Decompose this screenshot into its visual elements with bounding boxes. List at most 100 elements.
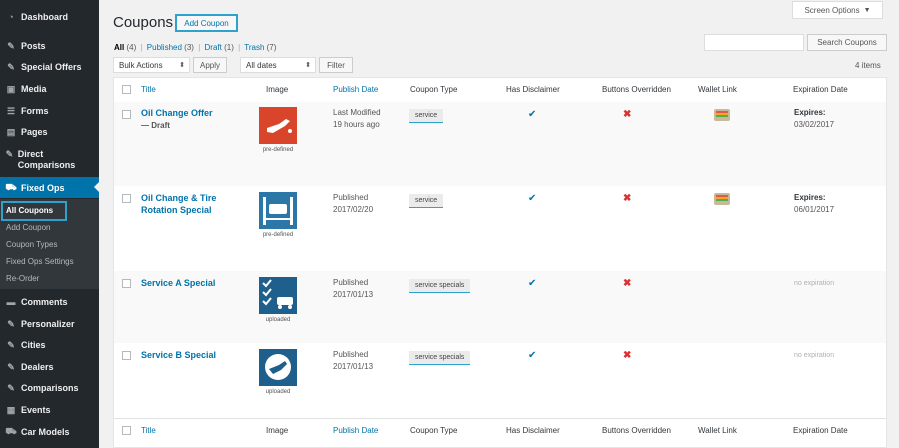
sidebar-item-dashboard[interactable]: ◔ Dashboard — [0, 12, 99, 22]
row-checkbox[interactable] — [122, 351, 131, 360]
filter-trash[interactable]: Trash — [244, 43, 264, 52]
service-checklist-thumbnail — [259, 277, 297, 314]
coupon-type-badge: service specials — [409, 351, 471, 365]
row-checkbox[interactable] — [122, 110, 131, 119]
select-all-checkbox[interactable] — [122, 426, 131, 435]
column-has-disclaimer: Has Disclaimer — [506, 426, 560, 435]
admin-sidebar: ◔ Dashboard ✎ Posts ✎ Special Offers ▣ Media… — [0, 0, 99, 448]
column-publish-date[interactable]: Publish Date — [333, 85, 378, 94]
coupon-title-link[interactable]: Service A Special — [141, 277, 215, 289]
pin-icon: ✎ — [7, 61, 15, 72]
wallet-icon[interactable] — [714, 193, 730, 205]
submenu-re-order[interactable]: Re-Order — [6, 274, 39, 283]
sidebar-item-dealers[interactable]: ✎ Dealers — [0, 362, 99, 373]
sidebar-item-cities[interactable]: ✎ Cities — [0, 340, 99, 351]
column-expiration-date: Expiration Date — [793, 85, 848, 94]
status-filter-links: All (4) | Published (3) | Draft (1) | Tr… — [114, 43, 277, 52]
column-image: Image — [266, 85, 289, 94]
image-source-label: uploaded — [265, 317, 291, 323]
publish-date: Published 2017/01/13 — [333, 350, 374, 371]
expiration-date: Expires: 03/02/2017 — [794, 108, 835, 129]
wallet-icon[interactable] — [714, 109, 730, 121]
filter-button[interactable]: Filter — [319, 57, 353, 73]
sidebar-item-forms[interactable]: ☰ Forms — [0, 105, 99, 117]
sidebar-item-fixed-ops[interactable]: ⛟ Fixed Ops — [0, 177, 99, 198]
column-coupon-type: Coupon Type — [410, 426, 458, 435]
submenu-fixed-ops-settings[interactable]: Fixed Ops Settings — [6, 257, 74, 266]
car-icon: ⛟ — [5, 181, 17, 192]
publish-date: Last Modified 19 hours ago — [333, 108, 381, 129]
table-row: Service B Special uploaded Published 2017… — [114, 343, 886, 418]
expiration-date: Expires: 06/01/2017 — [794, 193, 835, 214]
column-coupon-type: Coupon Type — [410, 85, 458, 94]
submenu-all-coupons[interactable]: All Coupons — [6, 206, 53, 215]
bulk-actions-select[interactable]: Bulk Actions ⬍ — [113, 57, 190, 73]
sidebar-item-comparisons[interactable]: ✎ Comparisons — [0, 382, 99, 394]
column-title[interactable]: Title — [141, 85, 156, 94]
sidebar-item-media[interactable]: ▣ Media — [0, 83, 99, 95]
coupon-title-link[interactable]: Oil Change Offer — Draft — [141, 107, 241, 132]
calendar-icon: ▦ — [6, 404, 16, 415]
cross-icon: ✖ — [623, 109, 632, 120]
table-row: Service A Special uploaded Published 2017… — [114, 271, 886, 343]
check-icon: ✔ — [528, 278, 537, 289]
publish-date: Published 2017/02/20 — [333, 193, 374, 214]
submenu-coupon-types[interactable]: Coupon Types — [6, 240, 57, 249]
sidebar-item-personalizer[interactable]: ✎ Personalizer — [0, 319, 99, 330]
column-wallet-link: Wallet Link — [698, 85, 737, 94]
screen-options-button[interactable]: Screen Options ▼ — [792, 1, 883, 19]
chevron-updown-icon: ⬍ — [305, 62, 311, 69]
table-row: Oil Change & Tire Rotation Special pre-d… — [114, 186, 886, 271]
forms-icon: ☰ — [6, 105, 16, 116]
caret-down-icon: ▼ — [863, 6, 871, 14]
sidebar-item-comments[interactable]: ▬ Comments — [0, 297, 99, 307]
filter-all[interactable]: All — [114, 43, 124, 52]
wrench-hand-thumbnail — [259, 349, 297, 386]
publish-date: Published 2017/01/13 — [333, 278, 374, 299]
coupon-title-link[interactable]: Oil Change & Tire Rotation Special — [141, 192, 241, 216]
draft-status: — Draft — [141, 121, 170, 130]
main-content: Screen Options ▼ Coupons Add Coupon All … — [99, 0, 899, 448]
dates-select[interactable]: All dates ⬍ — [240, 57, 316, 73]
coupon-type-badge: service — [409, 194, 444, 208]
page-title: Coupons — [113, 14, 174, 31]
coupon-type-badge: service — [409, 109, 444, 123]
cross-icon: ✖ — [623, 278, 632, 289]
sidebar-item-events[interactable]: ▦ Events — [0, 404, 99, 416]
search-input[interactable] — [704, 34, 804, 51]
search-coupons-button[interactable]: Search Coupons — [807, 34, 887, 51]
column-title[interactable]: Title — [141, 426, 156, 435]
column-publish-date[interactable]: Publish Date — [333, 426, 378, 435]
submenu-add-coupon[interactable]: Add Coupon — [6, 223, 50, 232]
sidebar-item-pages[interactable]: ▤ Pages — [0, 127, 99, 138]
coupon-title-link[interactable]: Service B Special — [141, 349, 216, 361]
oil-can-thumbnail — [259, 107, 297, 144]
sidebar-item-posts[interactable]: ✎ Posts — [0, 41, 99, 52]
sidebar-item-special-offers[interactable]: ✎ Special Offers — [0, 61, 99, 73]
image-source-label: pre-defined — [262, 232, 294, 238]
sidebar-item-direct-comparisons[interactable]: ✎ Direct Comparisons — [0, 149, 80, 171]
apply-button[interactable]: Apply — [193, 57, 227, 73]
cross-icon: ✖ — [623, 350, 632, 361]
select-all-checkbox[interactable] — [122, 85, 131, 94]
no-expiration: no expiration — [794, 352, 835, 359]
add-coupon-button[interactable]: Add Coupon — [175, 14, 238, 32]
column-has-disclaimer: Has Disclaimer — [506, 85, 560, 94]
coupons-table: Title Image Publish Date Coupon Type Has… — [113, 77, 887, 448]
sidebar-item-car-models[interactable]: ⛟ Car Models — [0, 426, 99, 437]
coupon-type-badge: service specials — [409, 279, 471, 293]
car-icon: ⛟ — [5, 426, 17, 436]
column-buttons-overridden: Buttons Overridden — [602, 426, 671, 435]
check-icon: ✔ — [528, 109, 537, 120]
image-source-label: uploaded — [265, 389, 291, 395]
check-icon: ✔ — [528, 350, 537, 361]
no-expiration: no expiration — [794, 280, 835, 287]
row-checkbox[interactable] — [122, 279, 131, 288]
pin-icon: ✎ — [7, 382, 15, 393]
filter-draft[interactable]: Draft — [205, 43, 222, 52]
column-wallet-link: Wallet Link — [698, 426, 737, 435]
row-checkbox[interactable] — [122, 194, 131, 203]
column-buttons-overridden: Buttons Overridden — [602, 85, 671, 94]
filter-published[interactable]: Published — [147, 43, 182, 52]
media-icon: ▣ — [6, 83, 16, 94]
